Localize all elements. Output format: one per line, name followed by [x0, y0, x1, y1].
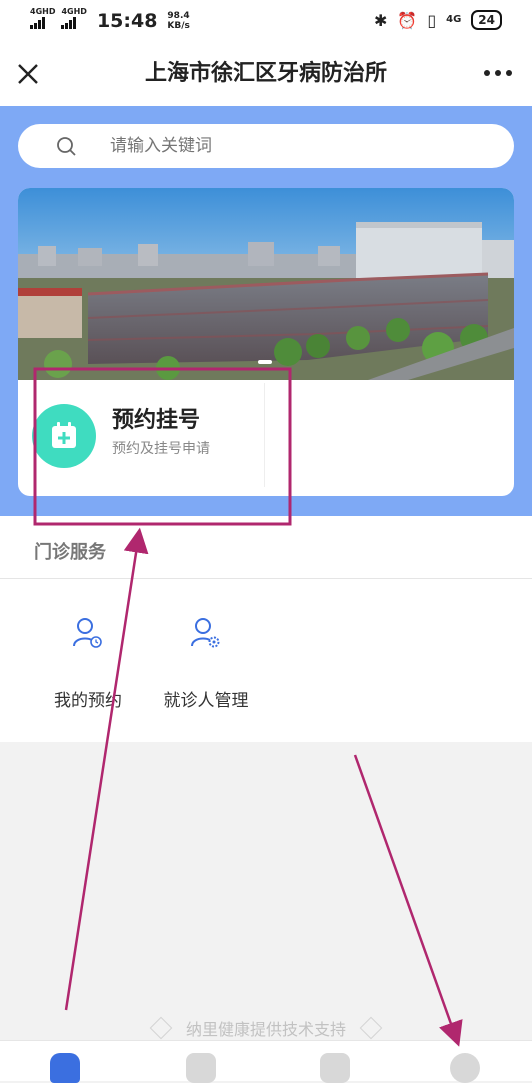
- tech-support-note: 纳里健康提供技术支持: [0, 1016, 532, 1040]
- carousel-indicator[interactable]: [258, 360, 272, 364]
- service-card: 预约挂号 预约及挂号申请: [18, 188, 514, 496]
- search-icon: [57, 137, 76, 156]
- more-options-icon[interactable]: [484, 70, 512, 76]
- tab-document-icon[interactable]: [320, 1053, 350, 1083]
- patient-management-button[interactable]: 就诊人管理: [146, 616, 266, 716]
- tab-messages-icon[interactable]: [186, 1053, 216, 1083]
- bluetooth-icon: ✱: [373, 10, 388, 30]
- outpatient-services-section: 门诊服务 我的预约 就诊人管理: [0, 516, 532, 742]
- my-appointments-label: 我的预约: [54, 691, 122, 711]
- appointment-subtitle: 预约及挂号申请: [112, 441, 210, 457]
- appointment-title: 预约挂号: [112, 408, 201, 433]
- tech-support-text: 纳里健康提供技术支持: [185, 1020, 346, 1039]
- vibrate-icon: ▯: [427, 10, 437, 30]
- user-gear-icon: [191, 618, 220, 648]
- title-bar: 上海市徐汇区牙病防治所: [0, 42, 532, 106]
- appointment-registration-entry[interactable]: 预约挂号 预约及挂号申请: [18, 380, 266, 496]
- tab-home-icon[interactable]: [50, 1053, 80, 1083]
- diamond-icon: [359, 1016, 383, 1040]
- alarm-icon: ⏰: [397, 10, 418, 30]
- signal-1-label: 4GHD: [30, 7, 56, 16]
- speed-unit: KB/s: [167, 21, 190, 31]
- tab-profile-icon[interactable]: [450, 1053, 480, 1083]
- diamond-icon: [149, 1016, 173, 1040]
- status-bar: 4GHD 4GHD 15:48 98.4 KB/s ✱ ⏰ ▯ 4G 24: [0, 0, 532, 42]
- bottom-tab-bar: [0, 1040, 532, 1083]
- my-appointments-button[interactable]: 我的预约: [28, 616, 148, 716]
- search-bar[interactable]: [18, 124, 514, 168]
- speed-value: 98.4: [167, 11, 190, 21]
- divider: [264, 383, 265, 487]
- patient-management-label: 就诊人管理: [163, 691, 249, 711]
- hospital-banner-image: [18, 188, 514, 380]
- signal-1-indicator: 4GHD: [30, 8, 55, 29]
- battery-icon: 24: [471, 10, 502, 30]
- arrow-down: [353, 754, 463, 1047]
- divider: [0, 578, 532, 579]
- user-clock-icon: [73, 618, 102, 648]
- search-input[interactable]: [110, 124, 490, 168]
- calendar-plus-icon: [32, 404, 96, 468]
- signal-2-indicator: 4GHD: [61, 7, 87, 29]
- clock: 15:48: [96, 10, 158, 32]
- page-title: 上海市徐汇区牙病防治所: [144, 61, 387, 86]
- network-speed: 98.4 KB/s: [167, 11, 189, 31]
- network-type: 4G: [446, 14, 462, 25]
- signal-2-label: 4GHD: [61, 7, 87, 16]
- section-title: 门诊服务: [34, 542, 106, 563]
